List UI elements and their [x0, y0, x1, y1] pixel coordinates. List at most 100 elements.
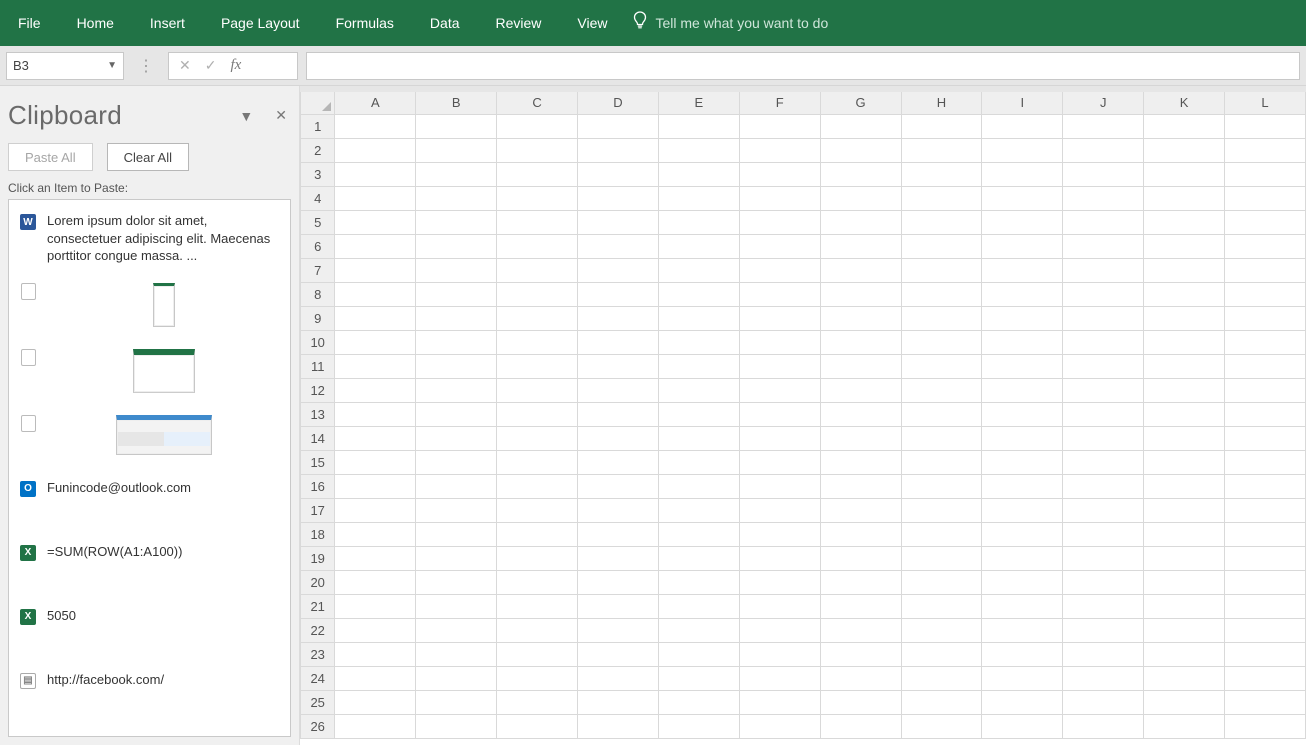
- cell[interactable]: [1225, 618, 1306, 642]
- cell[interactable]: [335, 114, 416, 138]
- tell-me-search[interactable]: Tell me what you want to do: [632, 11, 829, 36]
- cell[interactable]: [578, 642, 659, 666]
- cell[interactable]: [1144, 474, 1225, 498]
- cell[interactable]: [739, 714, 820, 738]
- clipboard-item[interactable]: X=SUM(ROW(A1:A100)): [15, 535, 284, 569]
- cell[interactable]: [578, 714, 659, 738]
- cell[interactable]: [1063, 714, 1144, 738]
- cell[interactable]: [497, 546, 578, 570]
- cell[interactable]: [335, 282, 416, 306]
- cell[interactable]: [497, 162, 578, 186]
- cell[interactable]: [1144, 138, 1225, 162]
- ribbon-tab-view[interactable]: View: [559, 0, 625, 46]
- cell[interactable]: [497, 378, 578, 402]
- cell[interactable]: [982, 666, 1063, 690]
- cell[interactable]: [658, 618, 739, 642]
- cell[interactable]: [982, 522, 1063, 546]
- cell[interactable]: [982, 306, 1063, 330]
- cell[interactable]: [820, 138, 901, 162]
- cell[interactable]: [416, 642, 497, 666]
- cell[interactable]: [1144, 642, 1225, 666]
- cell[interactable]: [416, 546, 497, 570]
- cell[interactable]: [1225, 354, 1306, 378]
- column-header[interactable]: F: [739, 92, 820, 114]
- cell[interactable]: [658, 522, 739, 546]
- row-header[interactable]: 7: [301, 258, 335, 282]
- cell[interactable]: [1063, 570, 1144, 594]
- row-header[interactable]: 21: [301, 594, 335, 618]
- cell[interactable]: [739, 426, 820, 450]
- cell[interactable]: [982, 714, 1063, 738]
- cell[interactable]: [1144, 402, 1225, 426]
- cell[interactable]: [335, 642, 416, 666]
- cell[interactable]: [982, 426, 1063, 450]
- cell[interactable]: [820, 570, 901, 594]
- cell[interactable]: [1063, 162, 1144, 186]
- cell[interactable]: [1063, 618, 1144, 642]
- cell[interactable]: [497, 186, 578, 210]
- cell[interactable]: [901, 594, 982, 618]
- cell[interactable]: [982, 546, 1063, 570]
- cell[interactable]: [497, 306, 578, 330]
- cell[interactable]: [658, 378, 739, 402]
- cell[interactable]: [335, 354, 416, 378]
- cell[interactable]: [1225, 402, 1306, 426]
- cell[interactable]: [578, 306, 659, 330]
- cell[interactable]: [416, 522, 497, 546]
- cell[interactable]: [1144, 186, 1225, 210]
- cell[interactable]: [416, 426, 497, 450]
- cell[interactable]: [1225, 474, 1306, 498]
- cell[interactable]: [335, 306, 416, 330]
- cell[interactable]: [1063, 138, 1144, 162]
- clipboard-item[interactable]: X5050: [15, 599, 284, 633]
- clipboard-item[interactable]: ▤http://facebook.com/: [15, 663, 284, 697]
- cell[interactable]: [658, 234, 739, 258]
- cell[interactable]: [578, 378, 659, 402]
- cell[interactable]: [416, 690, 497, 714]
- cell[interactable]: [578, 258, 659, 282]
- cell[interactable]: [416, 234, 497, 258]
- cell[interactable]: [982, 210, 1063, 234]
- cell[interactable]: [416, 378, 497, 402]
- cell[interactable]: [1063, 186, 1144, 210]
- column-header[interactable]: B: [416, 92, 497, 114]
- cell[interactable]: [497, 714, 578, 738]
- row-header[interactable]: 11: [301, 354, 335, 378]
- row-header[interactable]: 22: [301, 618, 335, 642]
- cell[interactable]: [497, 474, 578, 498]
- cell[interactable]: [1063, 378, 1144, 402]
- task-pane-options-icon[interactable]: ▼: [239, 108, 253, 124]
- cell[interactable]: [1144, 234, 1225, 258]
- cell[interactable]: [658, 186, 739, 210]
- cell[interactable]: [1225, 114, 1306, 138]
- cell[interactable]: [739, 378, 820, 402]
- cell[interactable]: [335, 690, 416, 714]
- cell[interactable]: [739, 354, 820, 378]
- row-header[interactable]: 15: [301, 450, 335, 474]
- cell[interactable]: [658, 330, 739, 354]
- cell[interactable]: [658, 570, 739, 594]
- cell[interactable]: [497, 498, 578, 522]
- cell[interactable]: [416, 306, 497, 330]
- cell[interactable]: [416, 114, 497, 138]
- cell[interactable]: [820, 666, 901, 690]
- cell[interactable]: [901, 186, 982, 210]
- cell[interactable]: [1225, 162, 1306, 186]
- column-header[interactable]: C: [497, 92, 578, 114]
- cell[interactable]: [578, 546, 659, 570]
- row-header[interactable]: 5: [301, 210, 335, 234]
- cell[interactable]: [335, 186, 416, 210]
- cell[interactable]: [658, 498, 739, 522]
- row-header[interactable]: 17: [301, 498, 335, 522]
- cell[interactable]: [416, 450, 497, 474]
- cell[interactable]: [416, 474, 497, 498]
- cell[interactable]: [1063, 666, 1144, 690]
- cell[interactable]: [1063, 594, 1144, 618]
- ribbon-tab-insert[interactable]: Insert: [132, 0, 203, 46]
- cell[interactable]: [1225, 546, 1306, 570]
- cell[interactable]: [901, 618, 982, 642]
- cell[interactable]: [820, 402, 901, 426]
- cell[interactable]: [335, 474, 416, 498]
- cell[interactable]: [578, 138, 659, 162]
- name-box[interactable]: B3 ▼: [6, 52, 124, 80]
